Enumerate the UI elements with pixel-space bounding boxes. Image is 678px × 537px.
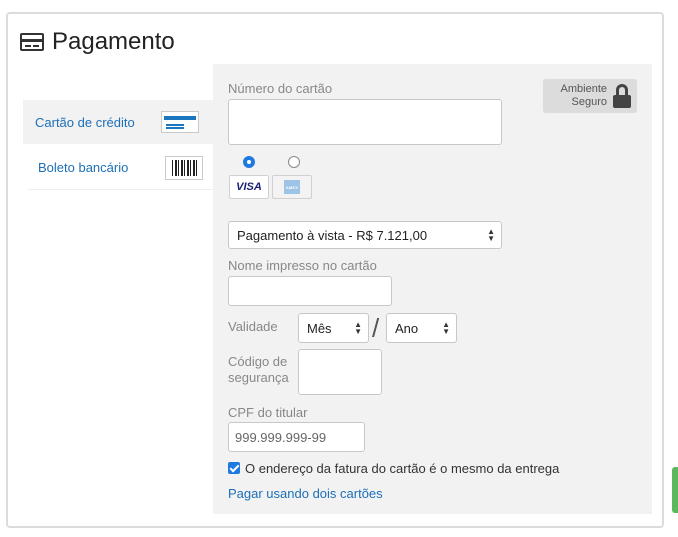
validity-label: Validade [228,319,278,334]
secure-environment-badge: Ambiente Seguro [543,79,637,113]
security-code-input[interactable] [298,349,382,395]
visa-brand-text: VISA [236,181,262,193]
credit-card-icon [20,33,44,51]
method-tab-label: Cartão de crédito [35,114,135,130]
secure-badge-text: Ambiente Seguro [561,83,607,109]
brand-radio-amex[interactable] [288,156,300,168]
select-arrows-icon: ▲ ▼ [487,227,495,243]
secure-badge-line2: Seguro [571,96,607,108]
green-side-tab[interactable] [672,467,678,513]
security-code-label-line2: segurança [228,370,289,385]
month-selected-value: Mês [307,320,332,336]
barcode-icon [165,155,203,180]
security-code-label-line1: Código de [228,354,288,369]
validity-separator: / [372,313,380,343]
visa-logo-icon[interactable]: VISA [229,175,269,199]
credit-card-form: Número do cartão Ambiente Seguro VISA AM… [213,64,652,514]
secure-badge-line1: Ambiente [560,83,607,95]
method-tab-credit-card[interactable]: Cartão de crédito [23,100,213,144]
year-selected-value: Ano [395,320,419,336]
amex-badge: AMEX [284,180,300,194]
month-select[interactable]: Mês ▲ ▼ [298,313,369,343]
select-arrows-icon: ▲ ▼ [442,320,450,336]
cpf-label: CPF do titular [228,405,308,420]
card-number-label: Número do cartão [228,81,333,96]
cpf-input[interactable] [228,422,365,452]
cardholder-name-input[interactable] [228,276,392,306]
cardholder-name-label: Nome impresso no cartão [228,258,377,273]
method-tab-label: Boleto bancário [38,160,129,175]
panel-title: Pagamento [52,28,175,55]
select-arrows-icon: ▲ ▼ [354,320,362,336]
installments-select[interactable]: Pagamento à vista - R$ 7.121,00 ▲ ▼ [228,221,502,249]
installments-selected-value: Pagamento à vista - R$ 7.121,00 [237,227,428,243]
same-address-label[interactable]: O endereço da fatura do cartão é o mesmo… [245,461,559,476]
brand-radio-visa[interactable] [243,156,255,168]
amex-logo-icon[interactable]: AMEX [272,175,312,199]
payment-panel: Pagamento Cartão de crédito Boleto bancá… [6,12,664,528]
two-cards-link[interactable]: Pagar usando dois cartões [228,486,383,501]
method-tab-boleto[interactable]: Boleto bancário [28,146,213,190]
security-code-label: Código de segurança [228,354,289,386]
card-number-input[interactable] [228,99,502,145]
same-address-checkbox[interactable] [228,462,240,474]
credit-card-icon [161,111,199,133]
lock-icon [613,84,631,108]
panel-header: Pagamento [20,28,175,56]
year-select[interactable]: Ano ▲ ▼ [386,313,457,343]
amex-brand-text: AMEX [285,184,299,190]
